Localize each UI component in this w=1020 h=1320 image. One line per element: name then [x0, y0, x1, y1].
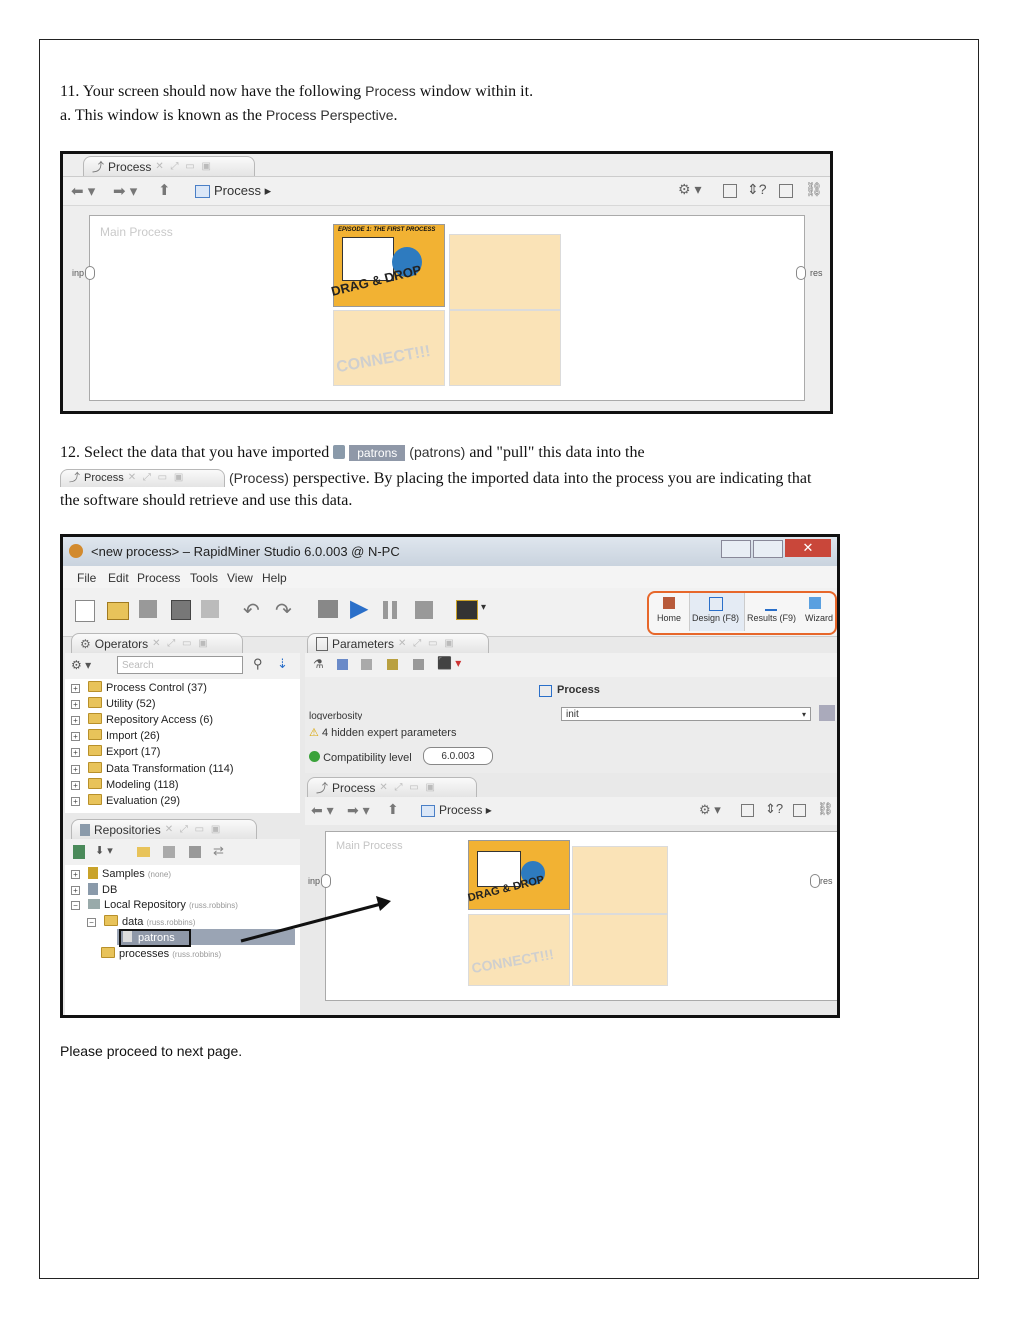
step11-line1-text: 11. Your screen should now have the foll… [60, 83, 366, 100]
step11-line1-ui-term: Process [365, 83, 416, 99]
input-port[interactable] [85, 266, 95, 280]
step12-line1-ui-term: (patrons) [409, 444, 466, 460]
database-icon [333, 445, 346, 459]
process-chip-label: Process [84, 472, 124, 484]
comic-panel-4 [449, 310, 561, 386]
step11-line2-ui-term: Process Perspective [265, 107, 394, 123]
process-chip-icon: ⤴ [69, 472, 80, 484]
process-tab-icon: ⤴ [92, 160, 105, 174]
comic-connect-text: CONNECT!!! [335, 342, 432, 377]
output-port-label: res [810, 268, 823, 278]
fit-icon[interactable] [779, 184, 793, 198]
drag-arrow-line [240, 902, 382, 943]
arrange-icon[interactable] [723, 184, 737, 198]
step12-line1-text: 12. Select the data that you have import… [60, 444, 334, 461]
comic-header: EPISODE 1: THE FIRST PROCESS [338, 227, 436, 233]
drag-arrowhead [376, 896, 391, 911]
auto-wire-icon[interactable]: ⚙ ▾ [678, 181, 701, 198]
patrons-chip: patrons [349, 445, 406, 461]
rapidminer-window-screenshot: <new process> – RapidMiner Studio 6.0.00… [60, 534, 840, 1018]
chip-controls-icon: ✕ ⤢ ▭ ▣ [127, 472, 186, 483]
breadcrumb-label: Process [214, 183, 261, 198]
step11-line2-text: a. This window is known as the [60, 107, 266, 124]
step11-line1-tail: window within it. [415, 83, 534, 100]
up-arrow-icon[interactable]: ⬆ [158, 181, 171, 199]
drag-arrow [240, 896, 391, 943]
step11-line2: a. This window is known as the Process P… [60, 104, 398, 127]
comic-panel-connect: CONNECT!!! [333, 310, 445, 386]
step12-line3: the software should retrieve and use thi… [60, 492, 353, 509]
breadcrumb[interactable]: Process ▸ [214, 183, 271, 199]
main-process-canvas[interactable]: Main Process EPISODE 1: THE FIRST PROCES… [72, 215, 823, 401]
step12-line2-ui-term: (Process) [229, 470, 289, 486]
order-icon[interactable]: ⇕? [747, 181, 767, 198]
process-perspective-screenshot: ⤴ Process ✕ ⤢ ▭ ▣ ⬅ ▾ ➡ ▾ ⬆ Process ▸ ⚙ … [60, 151, 833, 414]
process-tab-label: Process [108, 159, 152, 174]
tab-controls-icon[interactable]: ✕ ⤢ ▭ ▣ [155, 161, 213, 172]
forward-arrow-icon[interactable]: ➡ ▾ [113, 182, 137, 200]
step11-line2-tail: . [393, 107, 398, 124]
canvas-title: Main Process [100, 225, 173, 239]
input-port-label: inp [72, 268, 85, 278]
proceed-note: Please proceed to next page. [60, 1043, 243, 1059]
step12-line2-tail: perspective. By placing the imported dat… [288, 470, 812, 487]
step11-line1: 11. Your screen should now have the foll… [60, 80, 533, 103]
back-arrow-icon[interactable]: ⬅ ▾ [71, 182, 95, 200]
comic-panel-2 [449, 234, 561, 310]
process-tab-chip: ⤴ Process ✕ ⤢ ▭ ▣ [60, 468, 225, 487]
process-breadcrumb-icon [195, 185, 210, 198]
step12-line1: 12. Select the data that you have import… [60, 441, 645, 464]
process-tab[interactable]: ⤴ Process ✕ ⤢ ▭ ▣ [83, 156, 255, 176]
step12-line1-tail: and "pull" this data into the [465, 444, 645, 461]
process-toolbar: ⬅ ▾ ➡ ▾ ⬆ Process ▸ ⚙ ▾ ⇕? ⛓ [63, 176, 830, 206]
step12-line2: ⤴ Process ✕ ⤢ ▭ ▣ (Process) perspective. B… [60, 467, 811, 490]
comic-panel-drag-drop: EPISODE 1: THE FIRST PROCESS DRAG & DROP [330, 224, 445, 307]
link-icon[interactable]: ⛓ [805, 181, 823, 198]
output-port[interactable] [796, 266, 806, 280]
